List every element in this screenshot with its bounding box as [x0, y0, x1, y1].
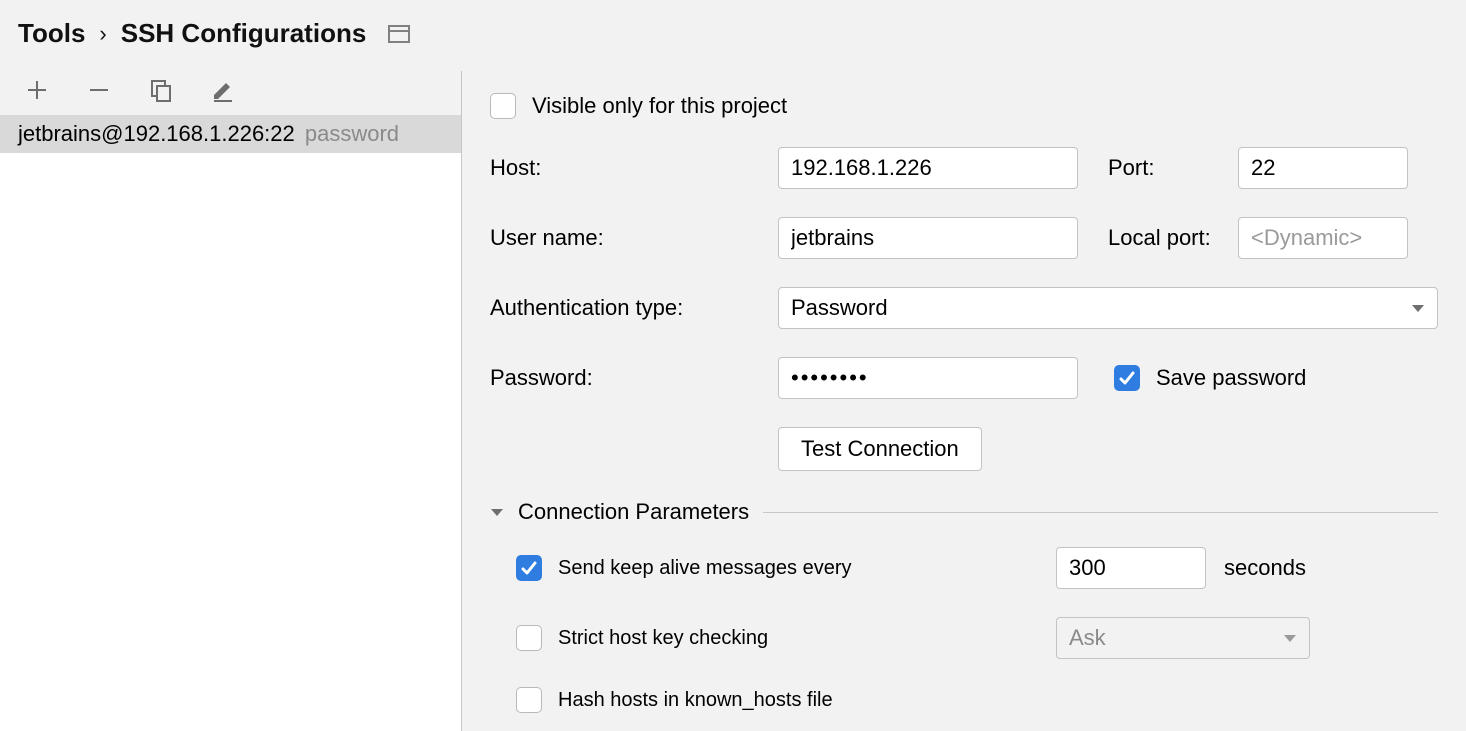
hash-label: Hash hosts in known_hosts file: [558, 689, 833, 712]
localport-input[interactable]: [1238, 217, 1408, 259]
save-password-label: Save password: [1156, 365, 1306, 391]
breadcrumb-separator-icon: ›: [99, 21, 106, 47]
config-list-sidebar: jetbrains@192.168.1.226:22 password: [0, 71, 462, 731]
connection-params-title: Connection Parameters: [518, 499, 749, 525]
keepalive-input[interactable]: [1056, 547, 1206, 589]
section-rule: [763, 512, 1438, 513]
config-form: Visible only for this project Host: Port…: [462, 71, 1466, 731]
copy-button[interactable]: [148, 77, 174, 103]
host-input[interactable]: [778, 147, 1078, 189]
breadcrumb-leaf: SSH Configurations: [121, 18, 367, 49]
localport-label: Local port:: [1108, 225, 1238, 251]
save-password-checkbox[interactable]: [1114, 365, 1140, 391]
chevron-down-icon: [1411, 295, 1425, 321]
config-list-item-tag: password: [305, 121, 399, 146]
test-row: Test Connection: [490, 427, 1438, 471]
visible-only-label: Visible only for this project: [532, 93, 787, 119]
host-label: Host:: [490, 155, 778, 181]
remove-button[interactable]: [86, 77, 112, 103]
keepalive-unit: seconds: [1224, 555, 1306, 581]
user-input[interactable]: [778, 217, 1078, 259]
config-list-item[interactable]: jetbrains@192.168.1.226:22 password: [0, 115, 461, 153]
panel-options-icon[interactable]: [388, 25, 410, 43]
user-label: User name:: [490, 225, 778, 251]
user-row: User name: Local port:: [490, 217, 1438, 259]
config-list-toolbar: [0, 71, 461, 115]
expander-down-icon: [490, 499, 504, 525]
authtype-row: Authentication type: Password: [490, 287, 1438, 329]
strict-label: Strict host key checking: [558, 627, 768, 650]
breadcrumb: Tools › SSH Configurations: [0, 0, 1466, 71]
visible-only-row: Visible only for this project: [490, 93, 1438, 119]
edit-button[interactable]: [210, 77, 236, 103]
keepalive-row: Send keep alive messages every seconds: [516, 547, 1438, 589]
strict-checkbox[interactable]: [516, 625, 542, 651]
authtype-value: Password: [791, 295, 888, 321]
keepalive-label: Send keep alive messages every: [558, 557, 852, 580]
test-connection-button[interactable]: Test Connection: [778, 427, 982, 471]
authtype-select[interactable]: Password: [778, 287, 1438, 329]
password-label: Password:: [490, 365, 778, 391]
authtype-label: Authentication type:: [490, 295, 778, 321]
keepalive-checkbox[interactable]: [516, 555, 542, 581]
hash-checkbox[interactable]: [516, 687, 542, 713]
strict-row: Strict host key checking Ask: [516, 617, 1438, 659]
chevron-down-icon: [1283, 625, 1297, 651]
port-input[interactable]: [1238, 147, 1408, 189]
hash-row: Hash hosts in known_hosts file: [516, 687, 1438, 713]
add-button[interactable]: [24, 77, 50, 103]
connection-params-header[interactable]: Connection Parameters: [490, 499, 1438, 525]
port-label: Port:: [1108, 155, 1238, 181]
host-row: Host: Port:: [490, 147, 1438, 189]
password-input[interactable]: [778, 357, 1078, 399]
strict-select[interactable]: Ask: [1056, 617, 1310, 659]
breadcrumb-root[interactable]: Tools: [18, 18, 85, 49]
password-row: Password: Save password: [490, 357, 1438, 399]
config-list[interactable]: jetbrains@192.168.1.226:22 password: [0, 115, 461, 731]
config-list-item-label: jetbrains@192.168.1.226:22: [18, 121, 295, 146]
strict-select-value: Ask: [1069, 625, 1106, 651]
visible-only-checkbox[interactable]: [490, 93, 516, 119]
